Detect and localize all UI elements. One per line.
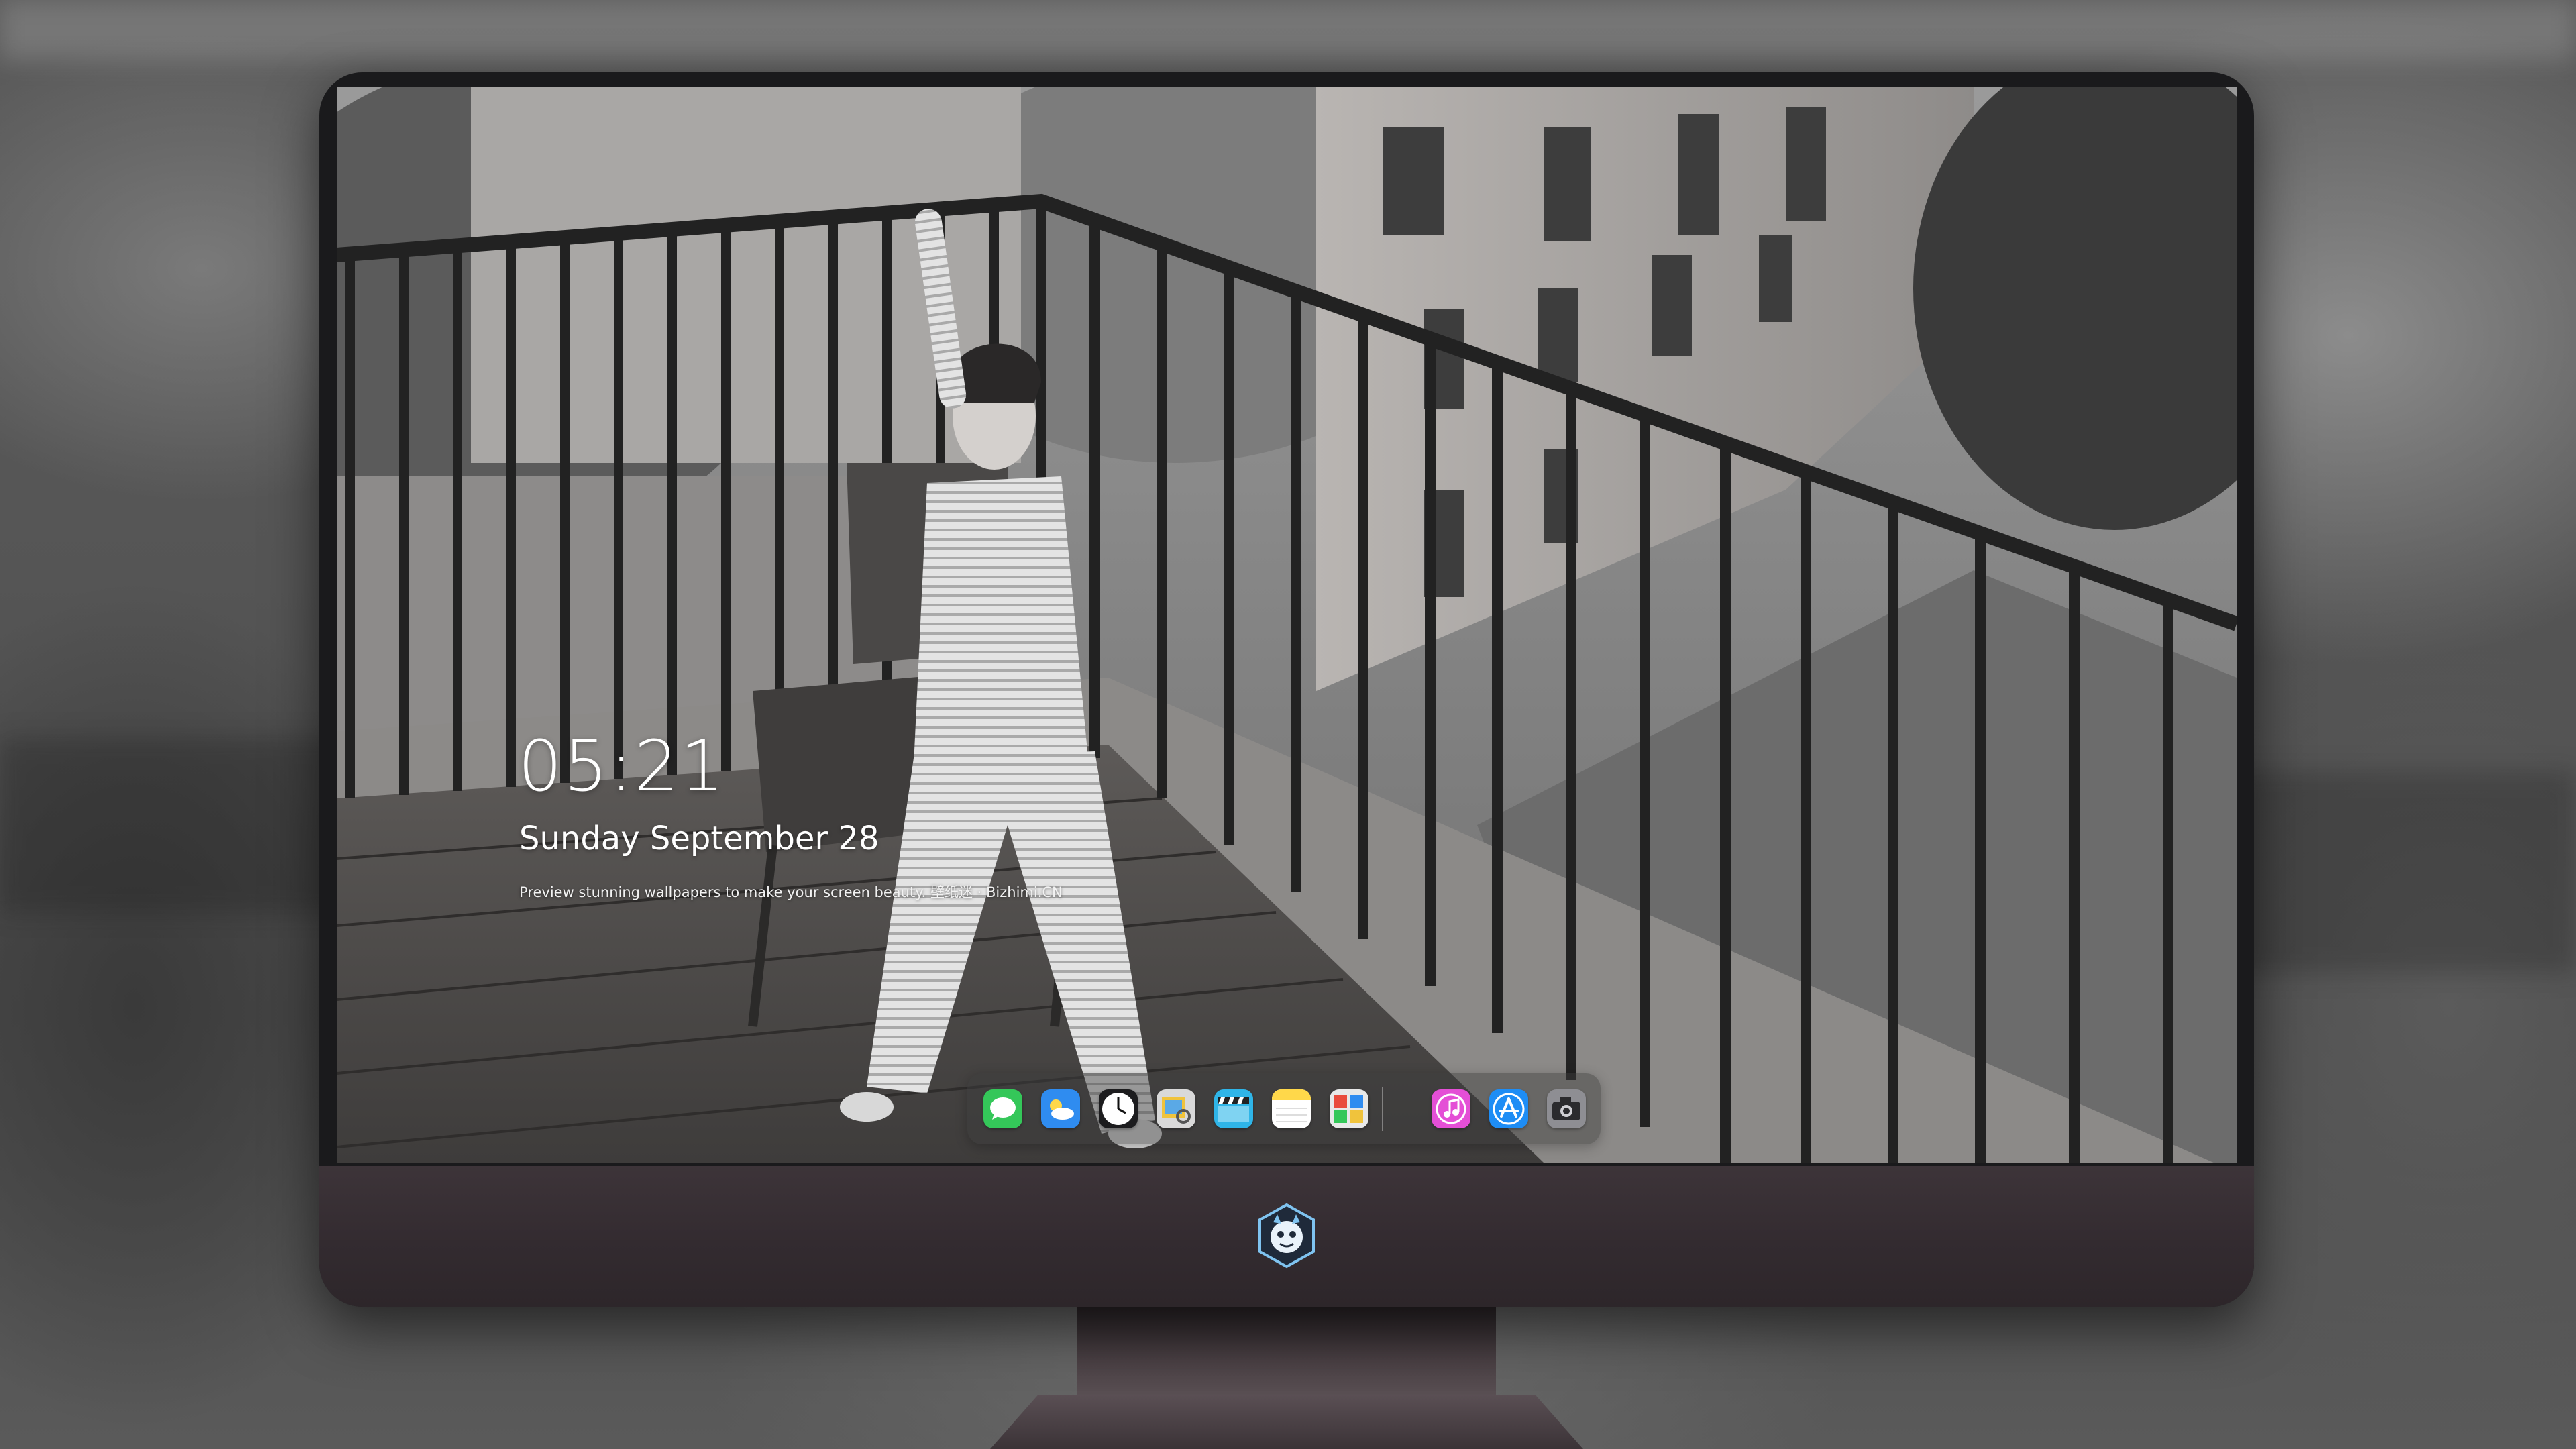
monitor-stand-base (990, 1395, 1583, 1449)
monitor: 05:21 Sunday September 28 Preview stunni… (319, 72, 2254, 1307)
notes-icon[interactable] (1272, 1089, 1311, 1128)
desktop-screen[interactable]: 05:21 Sunday September 28 Preview stunni… (337, 87, 2237, 1163)
weather-icon[interactable] (1041, 1089, 1080, 1128)
monitor-stand-neck (1077, 1305, 1496, 1399)
wallpaper-image (337, 87, 2237, 1163)
preview-icon[interactable] (1157, 1089, 1195, 1128)
lock-screen-time: 05:21 (518, 725, 726, 807)
bizhimi-mascot-logo (1258, 1203, 1315, 1269)
dock-separator (1382, 1087, 1383, 1131)
photo-booth-icon[interactable] (1330, 1089, 1368, 1128)
lock-screen-tagline: Preview stunning wallpapers to make your… (519, 884, 1063, 900)
clock-icon[interactable] (1099, 1089, 1138, 1128)
messages-icon[interactable] (983, 1089, 1022, 1128)
itunes-icon[interactable] (1432, 1089, 1470, 1128)
clips-icon[interactable] (1214, 1089, 1253, 1128)
app-store-icon[interactable] (1489, 1089, 1528, 1128)
camera-icon[interactable] (1547, 1089, 1586, 1128)
lock-screen-date: Sunday September 28 (519, 820, 879, 857)
